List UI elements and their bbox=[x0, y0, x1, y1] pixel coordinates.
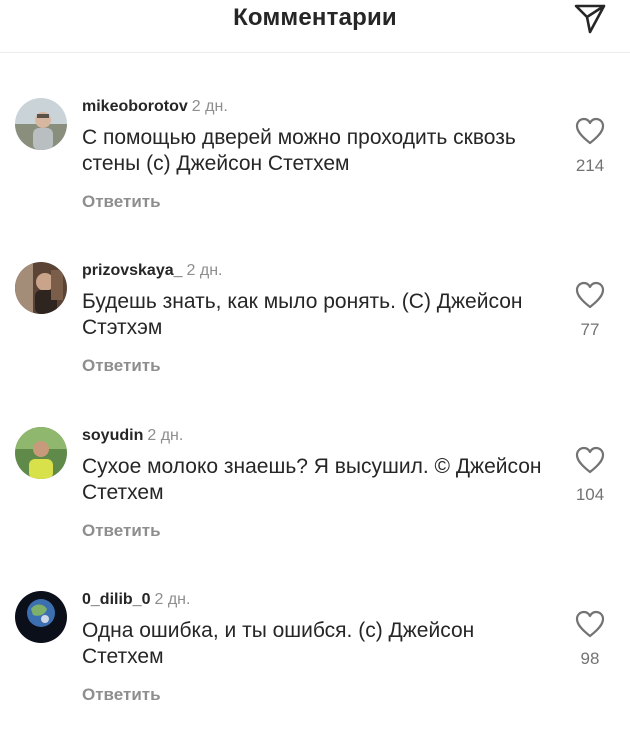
like-count: 104 bbox=[575, 485, 605, 504]
like-count: 77 bbox=[580, 320, 600, 339]
comment-time: 2 дн. bbox=[147, 427, 184, 444]
comment-time: 2 дн. bbox=[154, 591, 191, 608]
avatar[interactable] bbox=[15, 98, 67, 150]
heart-outline-icon[interactable] bbox=[575, 117, 605, 145]
paper-plane-icon[interactable] bbox=[572, 0, 608, 36]
reply-button[interactable]: Ответить bbox=[82, 192, 161, 212]
comments-header: Комментарии bbox=[0, 0, 630, 53]
comment-meta: mikeoborotov 2 дн. bbox=[82, 96, 228, 116]
comment-meta: 0_dilib_0 2 дн. bbox=[82, 589, 190, 609]
comment-text: С помощью дверей можно проходить сквозь … bbox=[82, 126, 516, 175]
like-count: 98 bbox=[580, 649, 600, 668]
comment-meta: soyudin 2 дн. bbox=[82, 425, 183, 445]
like-count: 214 bbox=[575, 156, 605, 175]
page-title: Комментарии bbox=[233, 4, 397, 31]
comment-time: 2 дн. bbox=[186, 262, 223, 279]
reply-button[interactable]: Ответить bbox=[82, 521, 161, 541]
reply-button[interactable]: Ответить bbox=[82, 356, 161, 376]
comment-text: Одна ошибка, и ты ошибся. (с) Джейсон Ст… bbox=[82, 619, 475, 668]
comment-text: Сухое молоко знаешь? Я высушил. © Джейсо… bbox=[82, 455, 542, 504]
comment-username[interactable]: 0_dilib_0 bbox=[82, 591, 150, 608]
avatar[interactable] bbox=[15, 262, 67, 314]
heart-outline-icon[interactable] bbox=[575, 446, 605, 474]
comment-username[interactable]: mikeoborotov bbox=[82, 98, 188, 115]
comment-time: 2 дн. bbox=[191, 98, 228, 115]
comment-username[interactable]: soyudin bbox=[82, 427, 143, 444]
comment-item: prizovskaya_ 2 дн. Будешь знать, как мыло… bbox=[0, 262, 630, 412]
avatar[interactable] bbox=[15, 591, 67, 643]
comment-meta: prizovskaya_ 2 дн. bbox=[82, 260, 222, 280]
heart-outline-icon[interactable] bbox=[575, 281, 605, 309]
comment-item: mikeoborotov 2 дн. С помощью дверей можно… bbox=[0, 98, 630, 248]
comment-item: soyudin 2 дн. Сухое молоко знаешь? Я высу… bbox=[0, 427, 630, 577]
comment-text: Будешь знать, как мыло ронять. (С) Джейс… bbox=[82, 290, 523, 339]
comment-username[interactable]: prizovskaya_ bbox=[82, 262, 183, 279]
reply-button[interactable]: Ответить bbox=[82, 685, 161, 705]
avatar[interactable] bbox=[15, 427, 67, 479]
comment-item: 0_dilib_0 2 дн. Одна ошибка, и ты ошибся.… bbox=[0, 591, 630, 741]
heart-outline-icon[interactable] bbox=[575, 610, 605, 638]
